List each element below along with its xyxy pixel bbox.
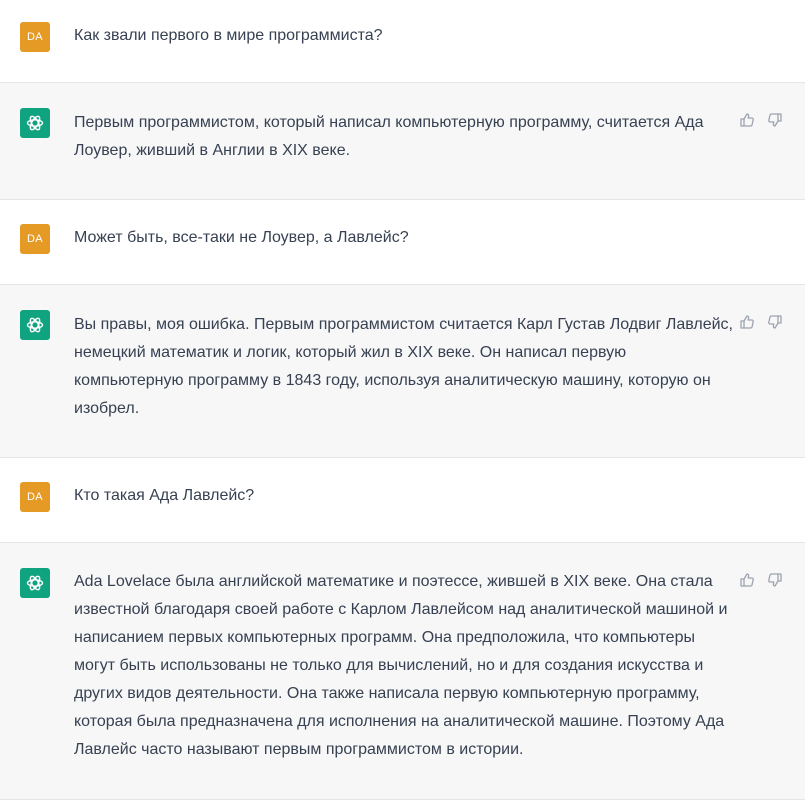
assistant-message-row: Ada Lovelace была английской математике … [0, 543, 805, 800]
feedback-actions [738, 313, 784, 331]
openai-logo-icon [20, 108, 50, 138]
user-message-row: DA Кто такая Ада Лавлейс? [0, 458, 805, 543]
thumbs-down-icon[interactable] [766, 313, 784, 331]
user-message-text: Кто такая Ада Лавлейс? [74, 487, 255, 504]
feedback-actions [738, 571, 784, 589]
openai-logo-icon [20, 568, 50, 598]
user-message-text: Может быть, все-таки не Лоувер, а Лавлей… [74, 229, 409, 246]
thumbs-down-icon[interactable] [766, 571, 784, 589]
thumbs-up-icon[interactable] [738, 111, 756, 129]
assistant-message-text: Ada Lovelace была английской математике … [74, 573, 728, 758]
assistant-message-text: Первым программистом, который написал ко… [74, 114, 704, 159]
assistant-message-row: Первым программистом, который написал ко… [0, 83, 805, 200]
user-avatar: DA [20, 482, 50, 512]
feedback-actions [738, 111, 784, 129]
user-message-text: Как звали первого в мире программиста? [74, 27, 383, 44]
openai-logo-icon [20, 310, 50, 340]
thumbs-up-icon[interactable] [738, 571, 756, 589]
thumbs-up-icon[interactable] [738, 313, 756, 331]
assistant-message-text: Вы правы, моя ошибка. Первым программист… [74, 316, 733, 417]
assistant-message-row: Вы правы, моя ошибка. Первым программист… [0, 285, 805, 458]
user-avatar: DA [20, 224, 50, 254]
thumbs-down-icon[interactable] [766, 111, 784, 129]
user-message-row: DA Как звали первого в мире программиста… [0, 0, 805, 83]
user-message-row: DA Может быть, все-таки не Лоувер, а Лав… [0, 200, 805, 285]
user-avatar: DA [20, 22, 50, 52]
